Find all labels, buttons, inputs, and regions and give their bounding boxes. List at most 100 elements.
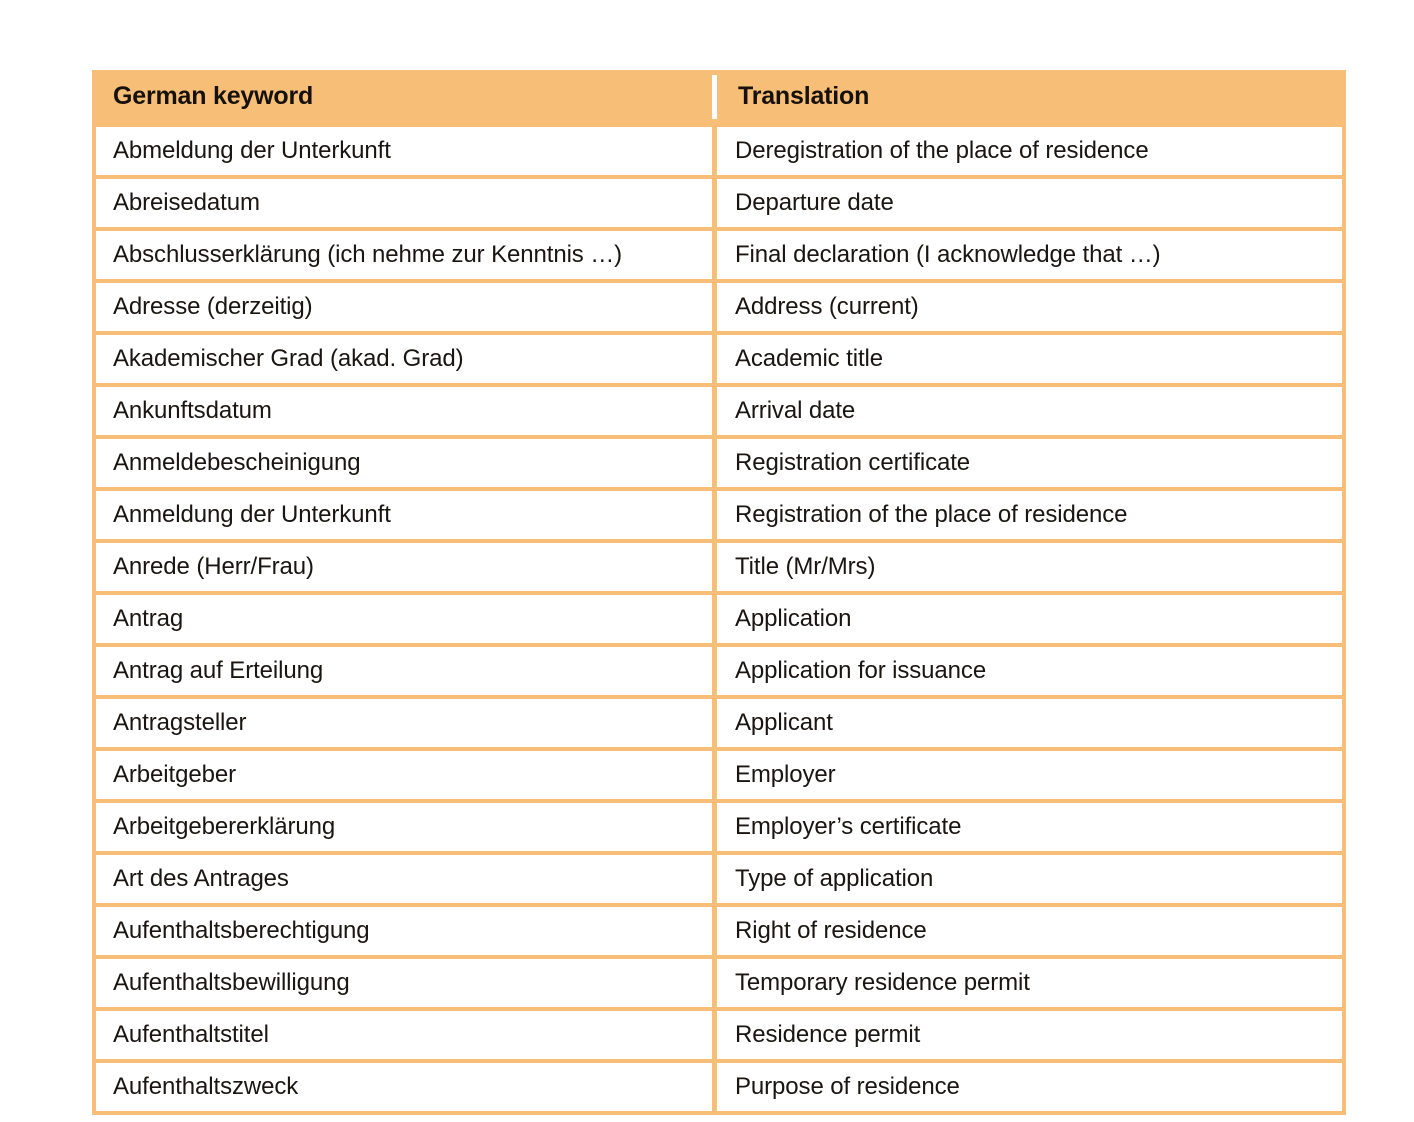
page-root: German keyword Translation Abmeldung der… — [0, 0, 1414, 1122]
table-header-row: German keyword Translation — [92, 70, 1346, 123]
cell-translation: Type of application — [717, 855, 1342, 903]
cell-german-keyword: Abreisedatum — [96, 179, 712, 227]
cell-text: Deregistration of the place of residence — [735, 137, 1149, 164]
cell-translation: Academic title — [717, 335, 1342, 383]
table-row: Antrag auf Erteilung Application for iss… — [92, 647, 1346, 695]
column-header-german-keyword: German keyword — [92, 70, 712, 123]
cell-text: Adresse (derzeitig) — [113, 293, 313, 320]
cell-text: Arbeitgeber — [113, 761, 236, 788]
table-row: Aufenthaltsbewilligung Temporary residen… — [92, 959, 1346, 1007]
cell-text: Antrag auf Erteilung — [113, 657, 324, 684]
cell-text: Anrede (Herr/Frau) — [113, 553, 314, 580]
table-row: Antragsteller Applicant — [92, 699, 1346, 747]
table-row: Aufenthaltstitel Residence permit — [92, 1011, 1346, 1059]
cell-text: Ankunftsdatum — [113, 397, 272, 424]
cell-text: Abmeldung der Unterkunft — [113, 137, 391, 164]
cell-german-keyword: Akademischer Grad (akad. Grad) — [96, 335, 712, 383]
cell-german-keyword: Art des Antrages — [96, 855, 712, 903]
cell-translation: Purpose of residence — [717, 1063, 1342, 1111]
cell-translation: Temporary residence permit — [717, 959, 1342, 1007]
column-header-translation-label: Translation — [738, 82, 870, 110]
table-row: Antrag Application — [92, 595, 1346, 643]
cell-text: Departure date — [735, 189, 894, 216]
cell-translation: Address (current) — [717, 283, 1342, 331]
cell-german-keyword: Abmeldung der Unterkunft — [96, 127, 712, 175]
table-row: Aufenthaltszweck Purpose of residence — [92, 1063, 1346, 1111]
table-row: Abmeldung der Unterkunft Deregistration … — [92, 127, 1346, 175]
cell-text: Right of residence — [735, 917, 927, 944]
cell-translation: Departure date — [717, 179, 1342, 227]
cell-text: Registration certificate — [735, 449, 971, 476]
cell-text: Application — [735, 605, 852, 632]
cell-text: Arbeitgebererklärung — [113, 813, 336, 840]
cell-translation: Right of residence — [717, 907, 1342, 955]
cell-text: Registration of the place of residence — [735, 501, 1128, 528]
cell-german-keyword: Aufenthaltsbewilligung — [96, 959, 712, 1007]
cell-translation: Registration certificate — [717, 439, 1342, 487]
cell-german-keyword: Anmeldung der Unterkunft — [96, 491, 712, 539]
table-body: Abmeldung der Unterkunft Deregistration … — [92, 127, 1346, 1115]
cell-text: Antrag — [113, 605, 184, 632]
cell-text: Abreisedatum — [113, 189, 260, 216]
cell-text: Purpose of residence — [735, 1073, 960, 1100]
table-row: Abreisedatum Departure date — [92, 179, 1346, 227]
cell-text: Title (Mr/Mrs) — [735, 553, 876, 580]
cell-text: Final declaration (I acknowledge that …) — [735, 241, 1161, 268]
cell-text: Applicant — [735, 709, 833, 736]
cell-text: Academic title — [735, 345, 883, 372]
table-row: Abschlusserklärung (ich nehme zur Kenntn… — [92, 231, 1346, 279]
cell-text: Employer’s certificate — [735, 813, 962, 840]
cell-translation: Application for issuance — [717, 647, 1342, 695]
cell-translation: Application — [717, 595, 1342, 643]
cell-german-keyword: Antrag auf Erteilung — [96, 647, 712, 695]
table-row: Aufenthaltsberechtigung Right of residen… — [92, 907, 1346, 955]
cell-german-keyword: Aufenthaltszweck — [96, 1063, 712, 1111]
cell-german-keyword: Aufenthaltstitel — [96, 1011, 712, 1059]
cell-translation: Registration of the place of residence — [717, 491, 1342, 539]
cell-text: Anmeldung der Unterkunft — [113, 501, 391, 528]
cell-text: Residence permit — [735, 1021, 921, 1048]
cell-german-keyword: Anrede (Herr/Frau) — [96, 543, 712, 591]
cell-text: Antragsteller — [113, 709, 247, 736]
glossary-table: German keyword Translation Abmeldung der… — [92, 70, 1346, 1115]
cell-german-keyword: Antrag — [96, 595, 712, 643]
cell-german-keyword: Arbeitgeber — [96, 751, 712, 799]
table-row: Anmeldebescheinigung Registration certif… — [92, 439, 1346, 487]
cell-translation: Applicant — [717, 699, 1342, 747]
cell-german-keyword: Adresse (derzeitig) — [96, 283, 712, 331]
cell-translation: Deregistration of the place of residence — [717, 127, 1342, 175]
cell-text: Anmeldebescheinigung — [113, 449, 361, 476]
cell-german-keyword: Abschlusserklärung (ich nehme zur Kenntn… — [96, 231, 712, 279]
column-header-translation: Translation — [717, 70, 1346, 123]
cell-text: Aufenthaltsbewilligung — [113, 969, 350, 996]
cell-text: Abschlusserklärung (ich nehme zur Kenntn… — [113, 241, 623, 268]
cell-text: Type of application — [735, 865, 934, 892]
cell-text: Aufenthaltszweck — [113, 1073, 299, 1100]
cell-text: Arrival date — [735, 397, 856, 424]
cell-text: Aufenthaltstitel — [113, 1021, 269, 1048]
cell-text: Application for issuance — [735, 657, 987, 684]
cell-translation: Employer’s certificate — [717, 803, 1342, 851]
cell-german-keyword: Anmeldebescheinigung — [96, 439, 712, 487]
cell-german-keyword: Ankunftsdatum — [96, 387, 712, 435]
table-row: Ankunftsdatum Arrival date — [92, 387, 1346, 435]
table-row: Akademischer Grad (akad. Grad) Academic … — [92, 335, 1346, 383]
cell-translation: Employer — [717, 751, 1342, 799]
table-row: Anmeldung der Unterkunft Registration of… — [92, 491, 1346, 539]
cell-translation: Arrival date — [717, 387, 1342, 435]
table-row: Arbeitgebererklärung Employer’s certific… — [92, 803, 1346, 851]
cell-german-keyword: Antragsteller — [96, 699, 712, 747]
cell-text: Temporary residence permit — [735, 969, 1030, 996]
cell-text: Art des Antrages — [113, 865, 289, 892]
cell-text: Aufenthaltsberechtigung — [113, 917, 370, 944]
cell-translation: Final declaration (I acknowledge that …) — [717, 231, 1342, 279]
table-row: Art des Antrages Type of application — [92, 855, 1346, 903]
cell-text: Address (current) — [735, 293, 919, 320]
cell-translation: Residence permit — [717, 1011, 1342, 1059]
column-header-german-keyword-label: German keyword — [113, 82, 314, 110]
cell-text: Akademischer Grad (akad. Grad) — [113, 345, 464, 372]
table-row: Arbeitgeber Employer — [92, 751, 1346, 799]
cell-text: Employer — [735, 761, 836, 788]
cell-german-keyword: Aufenthaltsberechtigung — [96, 907, 712, 955]
cell-translation: Title (Mr/Mrs) — [717, 543, 1342, 591]
